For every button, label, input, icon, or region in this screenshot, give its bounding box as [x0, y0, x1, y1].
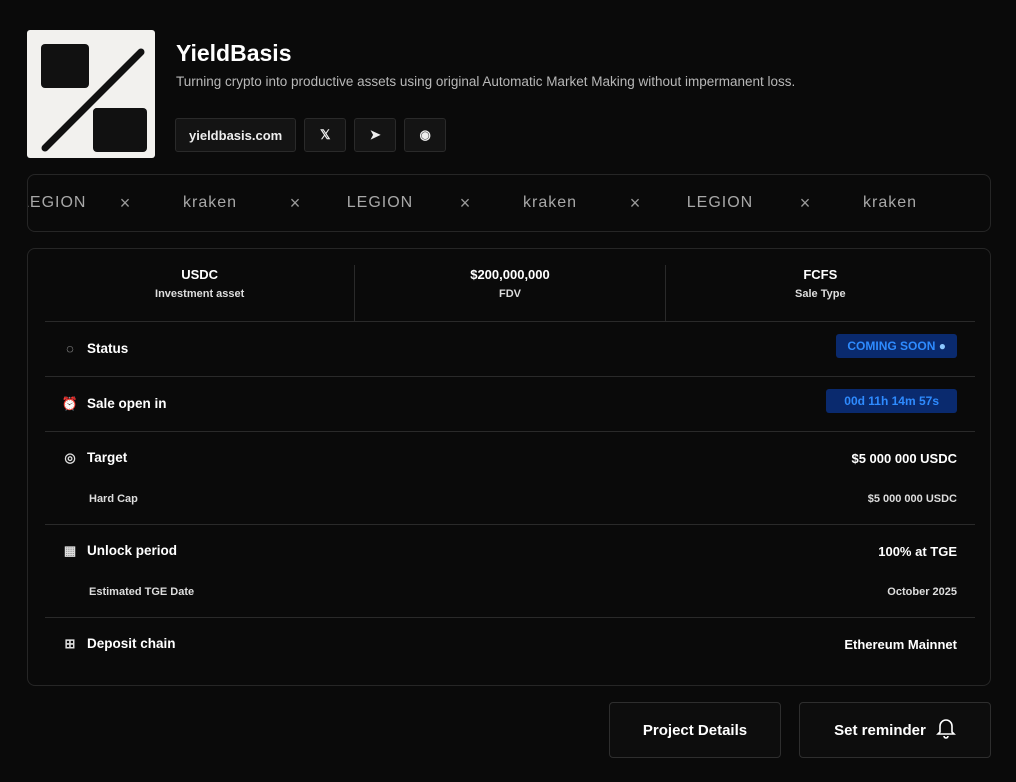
sale-open-label: Sale open in [87, 396, 167, 411]
bell-icon [935, 717, 956, 743]
partner-logo: kraken [182, 194, 238, 211]
unlock-label: Unlock period [87, 543, 178, 558]
x-icon: 𝕏 [319, 127, 331, 142]
stat-fdv: $200,000,000 FDV [354, 265, 664, 321]
discord-icon: ◉ [419, 127, 431, 142]
stat-investment-asset: USDC Investment asset [155, 267, 245, 300]
tge-date-label: Estimated TGE Date [89, 586, 195, 598]
set-reminder-button[interactable]: Set reminder [799, 702, 991, 758]
partner-logo: kraken [522, 194, 578, 211]
partner-strip: LEGION × kraken × LEGION × kraken × LEGI… [27, 174, 991, 232]
cross-icon: × [289, 192, 301, 213]
partner-logo: LEGION [28, 194, 87, 211]
telegram-link[interactable]: ➤ [354, 118, 397, 152]
tge-date-value: October 2025 [887, 586, 957, 598]
project-logo [27, 30, 155, 158]
partner-logo: kraken [862, 194, 918, 211]
project-description: Turning crypto into productive assets us… [176, 74, 796, 89]
cross-icon: × [629, 192, 641, 213]
target-value: $5 000 000 USDC [851, 451, 957, 466]
status-badge: COMING SOON ● [836, 334, 957, 358]
sale-open-row: ⏰ Sale open in 00d 11h 14m 57s [45, 377, 975, 432]
sale-details-card: USDC Investment asset $200,000,000 FDV FCF… [27, 248, 991, 686]
cross-icon: × [459, 192, 471, 213]
hard-cap-label: Hard Cap [89, 493, 138, 505]
discord-link[interactable]: ◉ [404, 118, 447, 152]
unlock-row: ▦ Unlock period 100% at TGE Estimated TGE… [45, 525, 975, 618]
telegram-icon: ➤ [369, 127, 381, 142]
deposit-chain-row: ⊞ Deposit chain Ethereum Mainnet [45, 618, 975, 673]
stat-sale-type: FCFS Sale Type [664, 265, 975, 321]
hard-cap-value: $5 000 000 USDC [867, 493, 957, 505]
cross-icon: × [119, 192, 131, 213]
blocks-icon: ⊞ [64, 635, 76, 651]
cross-icon: × [799, 192, 811, 213]
countdown-badge: 00d 11h 14m 57s [826, 389, 957, 413]
status-label: Status [87, 341, 129, 356]
x-link[interactable]: 𝕏 [304, 118, 347, 152]
chain-label: Deposit chain [87, 636, 176, 651]
status-row: ◌ Status COMING SOON ● [45, 322, 975, 377]
target-label: Target [87, 450, 128, 465]
project-details-button[interactable]: Project Details [609, 702, 781, 758]
calendar-clock-icon: ▦ [63, 542, 77, 558]
partner-logo: LEGION [346, 194, 414, 211]
partner-logo: LEGION [686, 194, 754, 211]
alarm-clock-icon: ⏰ [61, 395, 79, 411]
unlock-value: 100% at TGE [878, 544, 957, 559]
chain-value: Ethereum Mainnet [844, 637, 957, 652]
dashed-circle-icon: ◌ [66, 341, 74, 356]
target-row: ◎ Target $5 000 000 USDC Hard Cap $5 000 … [45, 432, 975, 525]
project-name: YieldBasis [176, 40, 292, 66]
website-link[interactable]: yieldbasis.com [175, 118, 297, 152]
target-icon: ◎ [64, 449, 76, 465]
